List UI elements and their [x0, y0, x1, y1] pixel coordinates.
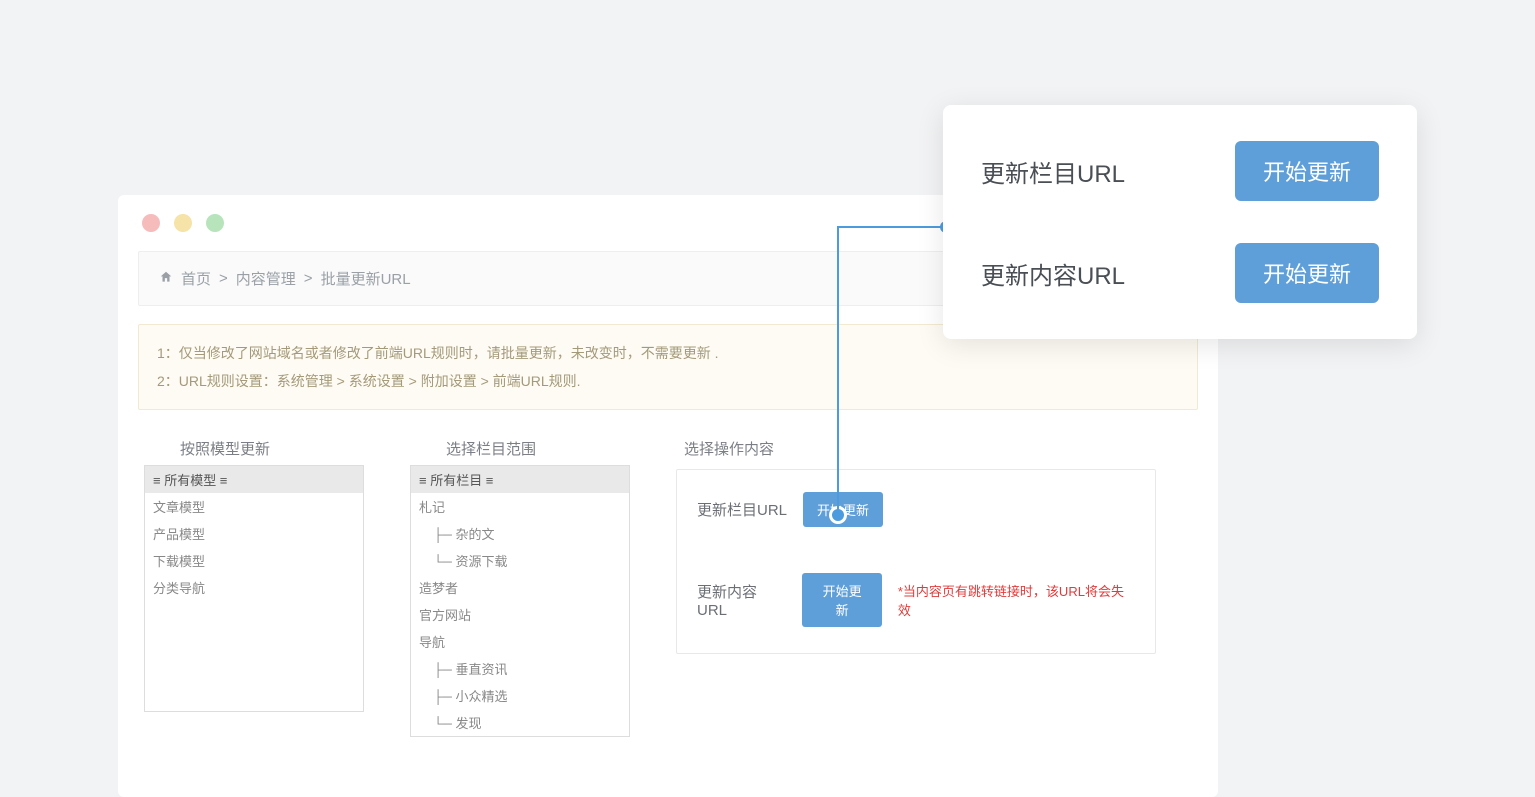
- column-model-header: 按照模型更新: [144, 438, 364, 459]
- model-option[interactable]: 下载模型: [145, 547, 363, 574]
- breadcrumb-item-1[interactable]: 内容管理: [236, 268, 296, 289]
- scope-listbox[interactable]: ≡ 所有栏目 ≡ 札记 ├─ 杂的文 └─ 资源下载 造梦者 官方网站 导航 ├…: [410, 465, 630, 737]
- scope-option[interactable]: ├─ 杂的文: [411, 520, 629, 547]
- callout-row-category: 更新栏目URL 开始更新: [981, 141, 1379, 201]
- columns: 按照模型更新 ≡ 所有模型 ≡ 文章模型 产品模型 下载模型 分类导航 选择栏目…: [138, 438, 1198, 737]
- window-min-dot[interactable]: [174, 214, 192, 232]
- callout-card: 更新栏目URL 开始更新 更新内容URL 开始更新: [943, 105, 1417, 339]
- callout-row-content-button[interactable]: 开始更新: [1235, 243, 1379, 303]
- scope-option[interactable]: 导航: [411, 628, 629, 655]
- ops-panel: 更新栏目URL 开始更新 更新内容URL 开始更新 *当内容页有跳转链接时，该U…: [676, 469, 1156, 654]
- breadcrumb-sep: >: [219, 270, 228, 287]
- notice-line-2: 2：URL规则设置：系统管理 > 系统设置 > 附加设置 > 前端URL规则.: [157, 367, 1179, 395]
- model-option[interactable]: 产品模型: [145, 520, 363, 547]
- breadcrumb-sep: >: [304, 270, 313, 287]
- ops-row-content-label: 更新内容URL: [697, 581, 786, 619]
- scope-option[interactable]: └─ 资源下载: [411, 547, 629, 574]
- home-icon: [159, 270, 173, 288]
- callout-row-content: 更新内容URL 开始更新: [981, 243, 1379, 303]
- column-ops: 选择操作内容 更新栏目URL 开始更新 更新内容URL 开始更新 *当内容页有跳…: [676, 438, 1192, 737]
- scope-option[interactable]: ≡ 所有栏目 ≡: [411, 466, 629, 493]
- ops-row-category-button[interactable]: 开始更新: [803, 492, 883, 527]
- window-max-dot[interactable]: [206, 214, 224, 232]
- scope-option[interactable]: └─ 发现: [411, 709, 629, 736]
- scope-option[interactable]: 造梦者: [411, 574, 629, 601]
- ops-row-content: 更新内容URL 开始更新 *当内容页有跳转链接时，该URL将会失效: [697, 573, 1135, 627]
- model-option[interactable]: 文章模型: [145, 493, 363, 520]
- column-ops-header: 选择操作内容: [676, 438, 1192, 459]
- breadcrumb-item-2: 批量更新URL: [321, 268, 411, 289]
- callout-row-category-label: 更新栏目URL: [981, 154, 1125, 189]
- ops-row-category-label: 更新栏目URL: [697, 499, 787, 520]
- connector-dot-bottom: [832, 509, 844, 521]
- model-option[interactable]: 分类导航: [145, 574, 363, 601]
- scope-option[interactable]: ├─ 垂直资讯: [411, 655, 629, 682]
- ops-row-category: 更新栏目URL 开始更新: [697, 492, 1135, 527]
- column-model: 按照模型更新 ≡ 所有模型 ≡ 文章模型 产品模型 下载模型 分类导航: [144, 438, 364, 737]
- breadcrumb-home[interactable]: 首页: [181, 268, 211, 289]
- scope-option[interactable]: 官方网站: [411, 601, 629, 628]
- scope-option[interactable]: 札记: [411, 493, 629, 520]
- model-option[interactable]: ≡ 所有模型 ≡: [145, 466, 363, 493]
- column-scope: 选择栏目范围 ≡ 所有栏目 ≡ 札记 ├─ 杂的文 └─ 资源下载 造梦者 官方…: [410, 438, 630, 737]
- callout-row-content-label: 更新内容URL: [981, 256, 1125, 291]
- ops-row-content-button[interactable]: 开始更新: [802, 573, 882, 627]
- window-close-dot[interactable]: [142, 214, 160, 232]
- callout-row-category-button[interactable]: 开始更新: [1235, 141, 1379, 201]
- column-scope-header: 选择栏目范围: [410, 438, 630, 459]
- notice-line-1: 1：仅当修改了网站域名或者修改了前端URL规则时，请批量更新，未改变时，不需要更…: [157, 339, 1179, 367]
- model-listbox[interactable]: ≡ 所有模型 ≡ 文章模型 产品模型 下载模型 分类导航: [144, 465, 364, 712]
- model-option: [145, 601, 363, 711]
- scope-option[interactable]: ├─ 小众精选: [411, 682, 629, 709]
- ops-row-content-warning: *当内容页有跳转链接时，该URL将会失效: [898, 581, 1135, 619]
